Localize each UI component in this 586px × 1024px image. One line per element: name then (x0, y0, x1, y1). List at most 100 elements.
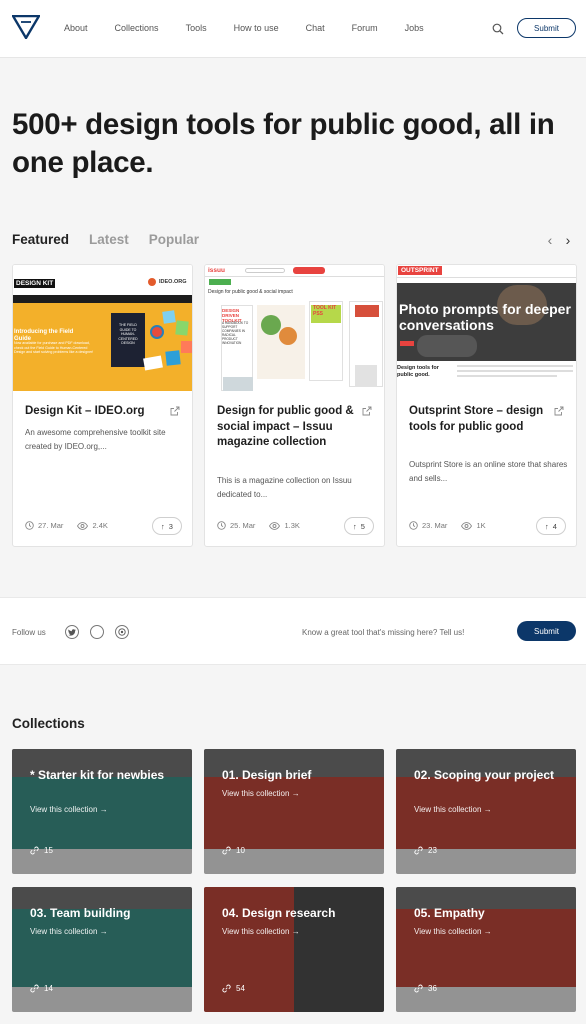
nav-forum[interactable]: Forum (352, 23, 378, 33)
upvote-count: 3 (168, 521, 173, 531)
collection-title: 04. Design research (222, 906, 336, 920)
collection-tile[interactable]: * Starter kit for newbies View this coll… (12, 749, 192, 874)
arrow-up-icon: ↑ (161, 521, 165, 531)
collection-title: 01. Design brief (222, 768, 312, 782)
collection-count-value: 54 (236, 984, 245, 993)
dribbble-icon[interactable] (115, 625, 129, 639)
nav-collections[interactable]: Collections (115, 23, 159, 33)
collection-tile[interactable]: 05. Empathy View this collection → 36 (396, 887, 576, 1012)
collection-tile[interactable]: 01. Design brief View this collection → … (204, 749, 384, 874)
card-description: An awesome comprehensive toolkit site cr… (25, 428, 166, 451)
nav-tools[interactable]: Tools (186, 23, 207, 33)
nav-jobs[interactable]: Jobs (405, 23, 424, 33)
arrow-right-icon: → (99, 805, 108, 814)
collection-count: 54 (222, 984, 245, 993)
upvote-button[interactable]: ↑ 4 (536, 517, 566, 535)
collection-tile[interactable]: 04. Design research View this collection… (204, 887, 384, 1012)
external-link-icon[interactable] (362, 406, 372, 416)
card-views: 1.3K (284, 521, 300, 530)
card-description: Outsprint Store is an online store that … (409, 460, 568, 483)
chevron-left-icon[interactable]: ‹ (544, 233, 556, 247)
view-collection-label: View this collection (414, 805, 482, 814)
top-navigation-bar: About Collections Tools How to use Chat … (0, 0, 586, 58)
eye-icon (269, 521, 281, 530)
collection-count-value: 15 (44, 846, 53, 855)
follow-band: Follow us Know a great tool that's missi… (0, 597, 586, 665)
tab-latest[interactable]: Latest (89, 232, 129, 247)
logo-icon[interactable] (12, 15, 40, 39)
arrow-right-icon: → (99, 927, 108, 936)
link-icon (30, 984, 39, 993)
instagram-icon[interactable] (90, 625, 104, 639)
eye-icon (77, 521, 89, 530)
card-description: This is a magazine collection on Issuu d… (217, 476, 352, 499)
submit-tool-button[interactable]: Submit (517, 621, 576, 641)
collection-count-value: 23 (428, 846, 437, 855)
twitter-icon[interactable] (65, 625, 79, 639)
submit-button[interactable]: Submit (517, 18, 576, 38)
search-icon[interactable] (492, 23, 504, 35)
link-icon (414, 846, 423, 855)
thumb-book: THE FIELD GUIDE TO HUMAN-CENTERED DESIGN (111, 313, 145, 367)
tool-card[interactable]: DESIGN KIT IDEO.ORG Introducing the Fiel… (12, 264, 193, 547)
link-icon (222, 984, 231, 993)
card-date: 23. Mar (422, 521, 448, 530)
main-nav: About Collections Tools How to use Chat … (64, 23, 451, 33)
view-collection-link[interactable]: View this collection → (222, 789, 300, 798)
card-meta: 27. Mar 2.4K (25, 521, 108, 530)
collection-tile[interactable]: 03. Team building View this collection →… (12, 887, 192, 1012)
view-collection-link[interactable]: View this collection → (414, 805, 492, 814)
arrow-up-icon: ↑ (353, 521, 357, 531)
upvote-count: 4 (552, 521, 557, 531)
page-title: 500+ design tools for public good, all i… (12, 108, 555, 179)
collections-heading: Collections (12, 716, 85, 731)
upvote-button[interactable]: ↑ 3 (152, 517, 182, 535)
chevron-right-icon[interactable]: › (562, 233, 574, 247)
arrow-right-icon: → (291, 789, 300, 798)
view-collection-link[interactable]: View this collection → (222, 927, 300, 936)
external-link-icon[interactable] (170, 406, 180, 416)
card-date: 25. Mar (230, 521, 256, 530)
nav-how-to-use[interactable]: How to use (234, 23, 279, 33)
thumb-brand: DESIGN KIT (14, 279, 56, 288)
thumb-brand: issuu (208, 267, 225, 274)
view-collection-link[interactable]: View this collection → (414, 927, 492, 936)
view-collection-link[interactable]: View this collection → (30, 927, 108, 936)
card-title[interactable]: Outsprint Store – design tools for publi… (409, 404, 549, 435)
tell-us-text: Know a great tool that's missing here? T… (302, 628, 465, 637)
collection-title: 02. Scoping your project (414, 768, 555, 782)
eye-icon (461, 521, 473, 530)
link-icon (414, 984, 423, 993)
card-meta: 25. Mar 1.3K (217, 521, 300, 530)
tab-featured[interactable]: Featured (12, 232, 69, 247)
external-link-icon[interactable] (554, 406, 564, 416)
collection-count: 15 (30, 846, 53, 855)
tool-card[interactable]: issuu Design for public good & social im… (204, 264, 385, 547)
arrow-right-icon: → (291, 927, 300, 936)
card-thumbnail: issuu Design for public good & social im… (205, 265, 384, 391)
card-thumbnail: DESIGN KIT IDEO.ORG Introducing the Fiel… (13, 265, 192, 391)
collection-tile[interactable]: 02. Scoping your project View this colle… (396, 749, 576, 874)
collection-title: 03. Team building (30, 906, 131, 920)
view-collection-link[interactable]: View this collection → (30, 805, 108, 814)
thumb-brand: OUTSPRINT (398, 266, 442, 275)
link-icon (222, 846, 231, 855)
collection-count: 23 (414, 846, 437, 855)
nav-about[interactable]: About (64, 23, 88, 33)
upvote-count: 5 (360, 521, 365, 531)
arrow-up-icon: ↑ (545, 521, 549, 531)
card-title[interactable]: Design for public good & social impact –… (217, 404, 357, 451)
card-title[interactable]: Design Kit – IDEO.org (25, 404, 165, 420)
tab-popular[interactable]: Popular (149, 232, 199, 247)
thumb-mag2: TOOL KIT PSS (313, 305, 337, 317)
thumb-sub: Design tools for public good. (397, 365, 439, 378)
upvote-button[interactable]: ↑ 5 (344, 517, 374, 535)
arrow-right-icon: → (483, 805, 492, 814)
collection-count: 10 (222, 846, 245, 855)
collection-count-value: 10 (236, 846, 245, 855)
tool-card[interactable]: OUTSPRINT Photo prompts for deeper conve… (396, 264, 577, 547)
thumb-banner: Photo prompts for deeper conversations (399, 301, 571, 333)
card-meta: 23. Mar 1K (409, 521, 486, 530)
nav-chat[interactable]: Chat (306, 23, 325, 33)
thumb-sub: Now available for purchase and PDF downl… (14, 341, 94, 355)
